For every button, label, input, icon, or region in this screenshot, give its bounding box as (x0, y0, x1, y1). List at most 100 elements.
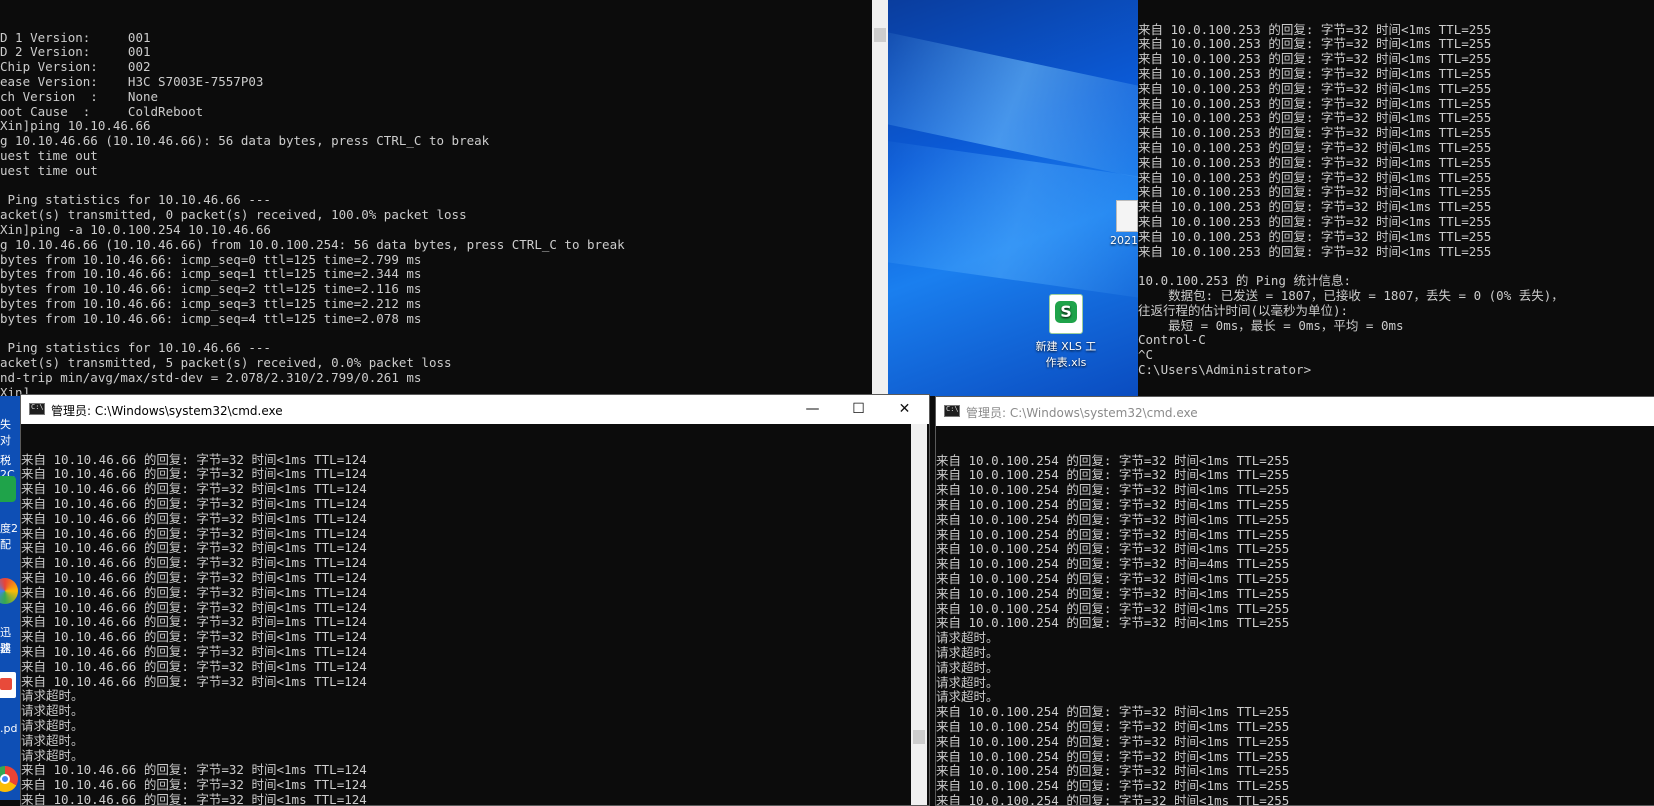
terminal-line: acket(s) transmitted, 5 packet(s) receiv… (0, 355, 452, 371)
terminal-line: 来自 10.0.100.253 的回复: 字节=32 时间<1ms TTL=25… (1138, 65, 1492, 81)
title-bar[interactable]: 管理员: C:\Windows\system32\cmd.exe (936, 397, 1654, 426)
top-left-scrollbar[interactable] (872, 0, 888, 396)
terminal-line: 来自 10.0.100.254 的回复: 字节=32 时间<1ms TTL=25… (936, 704, 1290, 720)
scroll-thumb[interactable] (913, 730, 925, 744)
terminal-line: Xin]ping -a 10.0.100.254 10.10.46.66 (0, 221, 271, 237)
cmd-app-icon (944, 405, 960, 417)
terminal-line: D 1 Version: 001 (0, 29, 151, 45)
terminal-line: 来自 10.0.100.254 的回复: 字节=32 时间<1ms TTL=25… (936, 585, 1290, 601)
terminal-line: 来自 10.10.46.66 的回复: 字节=32 时间<1ms TTL=124 (21, 495, 367, 511)
terminal-line: 来自 10.10.46.66 的回复: 字节=32 时间<1ms TTL=124 (21, 466, 367, 482)
terminal-line: 请求超时。 (936, 674, 999, 690)
desktop-file-icon[interactable]: 20210 (1110, 200, 1138, 247)
desktop-icon-new-xls[interactable]: S 新建 XLS 工 作表.xls (1026, 294, 1106, 370)
pdf-file-icon[interactable] (0, 672, 16, 698)
chrome-icon[interactable] (0, 766, 18, 792)
terminal-line: 来自 10.0.100.253 的回复: 字节=32 时间<1ms TTL=25… (1138, 51, 1492, 67)
color-wheel-app-icon[interactable] (0, 578, 18, 604)
terminal-output: D 1 Version: 001 D 2 Version: 001 Chip Ver… (0, 29, 872, 397)
terminal-line: 来自 10.0.100.253 的回复: 字节=32 时间<1ms TTL=25… (1138, 125, 1492, 141)
terminal-line: 来自 10.10.46.66 的回复: 字节=32 时间<1ms TTL=124 (21, 555, 367, 571)
terminal-line: 往返行程的估计时间(以毫秒为单位): (1138, 302, 1349, 318)
terminal-line: Control-C (1138, 332, 1206, 348)
terminal-line: nd-trip min/avg/max/std-dev = 2.078/2.31… (0, 369, 422, 385)
terminal-line: 来自 10.0.100.254 的回复: 字节=32 时间<1ms TTL=25… (936, 496, 1290, 512)
desktop-label-fragment: .pd (0, 722, 18, 735)
terminal-line: 来自 10.0.100.254 的回复: 字节=32 时间<1ms TTL=25… (936, 600, 1290, 616)
terminal-line: ease Version: H3C S7003E-7557P03 (0, 73, 264, 89)
scroll-thumb[interactable] (874, 28, 886, 42)
title-bar[interactable]: 管理员: C:\Windows\system32\cmd.exe — ☐ ✕ (21, 395, 929, 424)
pdf-badge (0, 678, 12, 690)
desktop-label-fragment: 度2 (0, 522, 18, 535)
icon-label-line: 新建 XLS 工 (1035, 340, 1097, 353)
terminal-line: g 10.10.46.66 (10.10.46.66): 56 data byt… (0, 133, 490, 149)
terminal-line: C:\Users\Administrator> (1138, 361, 1312, 377)
terminal-line: bytes from 10.10.46.66: icmp_seq=3 ttl=1… (0, 295, 422, 311)
terminal-line: 来自 10.10.46.66 的回复: 字节=32 时间<1ms TTL=124 (21, 569, 367, 585)
cmd-output[interactable]: 来自 10.10.46.66 的回复: 字节=32 时间<1ms TTL=124… (21, 424, 911, 805)
terminal-line: bytes from 10.10.46.66: icmp_seq=4 ttl=1… (0, 310, 422, 326)
terminal-line: ^C (1138, 347, 1154, 363)
spreadsheet-badge: S (1055, 301, 1077, 323)
top-right-terminal[interactable]: 来自 10.0.100.253 的回复: 字节=32 时间<1ms TTL=25… (1138, 0, 1654, 396)
cmd-app-icon (29, 403, 45, 415)
minimize-button[interactable]: — (790, 395, 835, 424)
desktop-label-fragment: 器 (0, 642, 11, 655)
terminal-line: 来自 10.0.100.254 的回复: 字节=32 时间<1ms TTL=25… (936, 526, 1290, 542)
terminal-line: 来自 10.10.46.66 的回复: 字节=32 时间<1ms TTL=124 (21, 791, 367, 805)
terminal-line: 来自 10.0.100.254 的回复: 字节=32 时间<1ms TTL=25… (936, 778, 1290, 794)
terminal-line: 来自 10.0.100.254 的回复: 字节=32 时间<1ms TTL=25… (936, 718, 1290, 734)
terminal-line: 来自 10.0.100.254 的回复: 字节=32 时间<1ms TTL=25… (936, 570, 1290, 586)
terminal-line: bytes from 10.10.46.66: icmp_seq=2 ttl=1… (0, 281, 422, 297)
file-label: 20210 (1110, 234, 1138, 247)
terminal-line: oot Cause : ColdReboot (0, 103, 204, 119)
terminal-line: 来自 10.0.100.253 的回复: 字节=32 时间<1ms TTL=25… (1138, 243, 1492, 259)
terminal-line: 来自 10.0.100.253 的回复: 字节=32 时间<1ms TTL=25… (1138, 36, 1492, 52)
document-icon (1116, 200, 1138, 232)
terminal-line: 来自 10.10.46.66 的回复: 字节=32 时间<1ms TTL=124 (21, 584, 367, 600)
terminal-line: 请求超时。 (21, 732, 84, 748)
spreadsheet-icon: S (1049, 294, 1083, 334)
terminal-line: 来自 10.10.46.66 的回复: 字节=32 时间<1ms TTL=124 (21, 762, 367, 778)
close-button[interactable]: ✕ (882, 395, 927, 424)
terminal-line: 来自 10.0.100.253 的回复: 字节=32 时间<1ms TTL=25… (1138, 228, 1492, 244)
terminal-line: acket(s) transmitted, 0 packet(s) receiv… (0, 207, 467, 223)
terminal-line: 请求超时。 (936, 689, 999, 705)
terminal-line: 来自 10.0.100.253 的回复: 字节=32 时间<1ms TTL=25… (1138, 213, 1492, 229)
desktop-background: 20210 S 新建 XLS 工 作表.xls (888, 0, 1138, 396)
terminal-line: bytes from 10.10.46.66: icmp_seq=0 ttl=1… (0, 251, 422, 267)
terminal-line: 来自 10.0.100.253 的回复: 字节=32 时间<1ms TTL=25… (1138, 154, 1492, 170)
terminal-line: 请求超时。 (936, 630, 999, 646)
terminal-line: 来自 10.0.100.253 的回复: 字节=32 时间<1ms TTL=25… (1138, 199, 1492, 215)
terminal-line: D 2 Version: 001 (0, 44, 151, 60)
cmd-window-right[interactable]: 管理员: C:\Windows\system32\cmd.exe 来自 10.0… (935, 396, 1654, 806)
terminal-output: 来自 10.0.100.253 的回复: 字节=32 时间<1ms TTL=25… (1138, 21, 1654, 378)
top-left-terminal[interactable]: D 1 Version: 001 D 2 Version: 001 Chip Ver… (0, 0, 872, 397)
desktop-label-fragment: 失对 (0, 418, 11, 447)
cmd-window-left[interactable]: 管理员: C:\Windows\system32\cmd.exe — ☐ ✕ 来… (20, 394, 930, 806)
terminal-line: 来自 10.0.100.253 的回复: 字节=32 时间<1ms TTL=25… (1138, 21, 1492, 37)
terminal-line: 来自 10.0.100.254 的回复: 字节=32 时间<1ms TTL=25… (936, 792, 1290, 805)
spreadsheet-icon[interactable] (0, 476, 16, 502)
terminal-line: 来自 10.0.100.253 的回复: 字节=32 时间<1ms TTL=25… (1138, 169, 1492, 185)
cmd-left-scrollbar[interactable] (911, 424, 927, 805)
terminal-line: 10.0.100.253 的 Ping 统计信息: (1138, 273, 1352, 289)
terminal-line: 来自 10.0.100.254 的回复: 字节=32 时间=4ms TTL=25… (936, 556, 1290, 572)
terminal-line: ch Version : None (0, 88, 159, 104)
terminal-line: g 10.10.46.66 (10.10.46.66) from 10.0.10… (0, 236, 625, 252)
terminal-output: 来自 10.10.46.66 的回复: 字节=32 时间<1ms TTL=124… (21, 451, 911, 805)
terminal-line: Chip Version: 002 (0, 59, 151, 75)
terminal-line: 来自 10.10.46.66 的回复: 字节=32 时间<1ms TTL=124 (21, 658, 367, 674)
desktop-left-strip: 失对 税2C 度2 配 迅速 器 .pd (0, 396, 20, 800)
maximize-button[interactable]: ☐ (836, 395, 881, 424)
terminal-line: 来自 10.0.100.253 的回复: 字节=32 时间<1ms TTL=25… (1138, 139, 1492, 155)
terminal-line: 请求超时。 (21, 688, 84, 704)
terminal-line: 来自 10.0.100.254 的回复: 字节=32 时间<1ms TTL=25… (936, 452, 1290, 468)
cmd-output[interactable]: 来自 10.0.100.254 的回复: 字节=32 时间<1ms TTL=25… (936, 426, 1654, 805)
terminal-line: 来自 10.10.46.66 的回复: 字节=32 时间<1ms TTL=124 (21, 451, 367, 467)
terminal-line: 来自 10.0.100.254 的回复: 字节=32 时间<1ms TTL=25… (936, 763, 1290, 779)
terminal-line: 数据包: 已发送 = 1807，已接收 = 1807，丢失 = 0 (0% 丢失… (1138, 287, 1564, 303)
icon-label-line: 作表.xls (1045, 356, 1087, 369)
